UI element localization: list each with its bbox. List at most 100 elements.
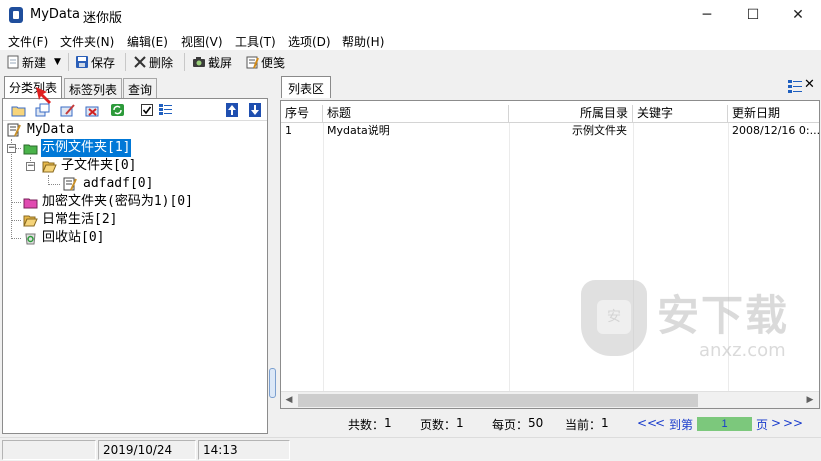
app-icon (9, 7, 23, 23)
horizontal-scrollbar[interactable]: ◀ ▶ (281, 391, 819, 408)
menu-folder[interactable]: 文件夹(N) (60, 33, 114, 50)
cell-index: 1 (285, 124, 292, 137)
window-title: MyData (30, 7, 80, 22)
note-button[interactable]: 便笺 (245, 53, 285, 71)
tree-connector (11, 238, 21, 239)
tree-node-label: adfadf[0] (83, 176, 154, 191)
cell-title: Mydata说明 (327, 124, 390, 137)
save-button[interactable]: 保存 (75, 53, 115, 71)
current-label: 当前： (565, 418, 602, 432)
splitter-handle[interactable] (269, 368, 276, 398)
toolbar-separator (68, 53, 69, 71)
menu-view[interactable]: 视图(V) (181, 33, 223, 50)
menu-options[interactable]: 选项(D) (288, 33, 331, 50)
new-dropdown-icon[interactable]: ▼ (54, 53, 61, 71)
total-label: 共数： (348, 418, 385, 432)
menu-help[interactable]: 帮助(H) (342, 33, 384, 50)
pager: 共数： 1 页数： 1 每页： 50 当前： 1 << < 到第 页 > >> (280, 412, 820, 434)
green-folder-icon (23, 141, 38, 155)
tree-node-recycle-bin[interactable]: 回收站[0] (21, 229, 141, 247)
panel-splitter[interactable] (268, 76, 278, 436)
new-button[interactable]: 新建 (6, 53, 46, 71)
column-header-updated[interactable]: 更新日期 (728, 105, 819, 123)
column-header-folder[interactable]: 所属目录 (509, 105, 633, 123)
document-edit-icon (63, 177, 78, 191)
column-header-index[interactable]: 序号 (281, 105, 323, 123)
tree-connector (11, 139, 12, 239)
menu-file[interactable]: 文件(F) (8, 33, 48, 50)
move-down-icon[interactable] (248, 103, 263, 117)
delete-folder-icon[interactable] (85, 103, 100, 117)
column-header-title[interactable]: 标题 (323, 105, 509, 123)
tree-node-label: 子文件夹[0] (61, 158, 137, 173)
close-list-icon[interactable]: ✕ (804, 77, 815, 92)
screenshot-button[interactable]: 截屏 (192, 53, 232, 71)
toolbar-separator (184, 53, 185, 71)
total-value: 1 (384, 416, 392, 430)
save-disk-icon (75, 55, 89, 69)
move-up-icon[interactable] (225, 103, 240, 117)
page-suffix-label: 页 (756, 418, 769, 432)
category-tree: MyData − 示例文件夹[1] − 子文件夹[0] adfadf[0] 加密… (3, 121, 267, 433)
next-page-link[interactable]: > (771, 416, 781, 430)
maximize-button[interactable]: ☐ (730, 0, 776, 30)
edit-folder-icon[interactable] (60, 103, 75, 117)
close-button[interactable]: ✕ (775, 0, 821, 30)
annotation-arrow-icon (36, 87, 51, 104)
page-number-input[interactable] (697, 417, 752, 431)
watermark-text: 安下载 (657, 291, 790, 340)
tree-node-label: 回收站[0] (42, 230, 105, 245)
tree-node-label: 加密文件夹(密码为1)[0] (42, 194, 193, 209)
prev-page-link[interactable]: < (655, 416, 665, 430)
delete-button[interactable]: 删除 (133, 53, 173, 71)
delete-label: 删除 (149, 55, 174, 70)
tree-root[interactable]: MyData (5, 121, 125, 139)
tab-tag-list[interactable]: 标签列表 (64, 78, 123, 98)
scroll-left-icon[interactable]: ◀ (281, 394, 297, 407)
scroll-right-icon[interactable]: ▶ (802, 394, 818, 407)
watermark-logo: 安 安下载 anxz.com (581, 276, 811, 376)
camera-icon (192, 55, 206, 69)
last-page-link[interactable]: >> (783, 416, 803, 430)
pages-label: 页数： (420, 418, 457, 432)
watermark-badge: 安 (597, 300, 631, 334)
table-row[interactable]: 1 Mydata说明 示例文件夹 2008/12/16 0:... (281, 123, 819, 139)
pink-folder-icon (23, 195, 38, 209)
list-icon[interactable] (158, 103, 173, 117)
checkbox-icon[interactable] (140, 103, 155, 117)
tab-list-area[interactable]: 列表区 (281, 76, 332, 98)
tree-expander[interactable]: − (26, 162, 35, 171)
column-header-keyword[interactable]: 关键字 (633, 105, 728, 123)
watermark-shield-icon: 安 (581, 280, 647, 356)
tree-node-subfolder[interactable]: 子文件夹[0] (40, 157, 160, 175)
toolbar: 新建 ▼ 保存 删除 截屏 便笺 (0, 50, 821, 74)
menu-edit[interactable]: 编辑(E) (127, 33, 168, 50)
refresh-icon[interactable] (110, 103, 125, 117)
tree-connector (48, 184, 60, 185)
tree-node-sample-folder[interactable]: 示例文件夹[1] (21, 138, 161, 158)
new-folder-icon[interactable] (11, 103, 26, 117)
grid-line (509, 123, 510, 391)
list-view-icon[interactable] (787, 78, 803, 94)
open-folder-icon (23, 213, 38, 227)
tree-node-label: 日常生活[2] (42, 212, 118, 227)
tree-node-adfadf[interactable]: adfadf[0] (61, 175, 161, 193)
current-value: 1 (601, 416, 609, 430)
tab-query[interactable]: 查询 (123, 78, 158, 98)
tree-expander[interactable]: − (7, 144, 16, 153)
new-document-icon (6, 55, 20, 69)
status-time: 14:13 (198, 440, 290, 460)
note-label: 便笺 (261, 55, 286, 70)
open-folder-icon (42, 159, 57, 173)
tree-node-encrypted-folder[interactable]: 加密文件夹(密码为1)[0] (21, 193, 221, 211)
category-panel: MyData − 示例文件夹[1] − 子文件夹[0] adfadf[0] 加密… (2, 98, 268, 434)
status-message (2, 440, 96, 460)
tree-connector (11, 202, 21, 203)
tree-node-daily-life[interactable]: 日常生活[2] (21, 211, 161, 229)
minimize-button[interactable]: ─ (684, 0, 730, 30)
menu-tools[interactable]: 工具(T) (235, 33, 276, 50)
window-subtitle: 迷你版 (83, 11, 123, 26)
menu-bar: 文件(F) 文件夹(N) 编辑(E) 视图(V) 工具(T) 选项(D) 帮助(… (0, 30, 821, 50)
grid-header: 序号 标题 所属目录 关键字 更新日期 (281, 105, 819, 123)
scrollbar-thumb[interactable] (298, 394, 698, 407)
